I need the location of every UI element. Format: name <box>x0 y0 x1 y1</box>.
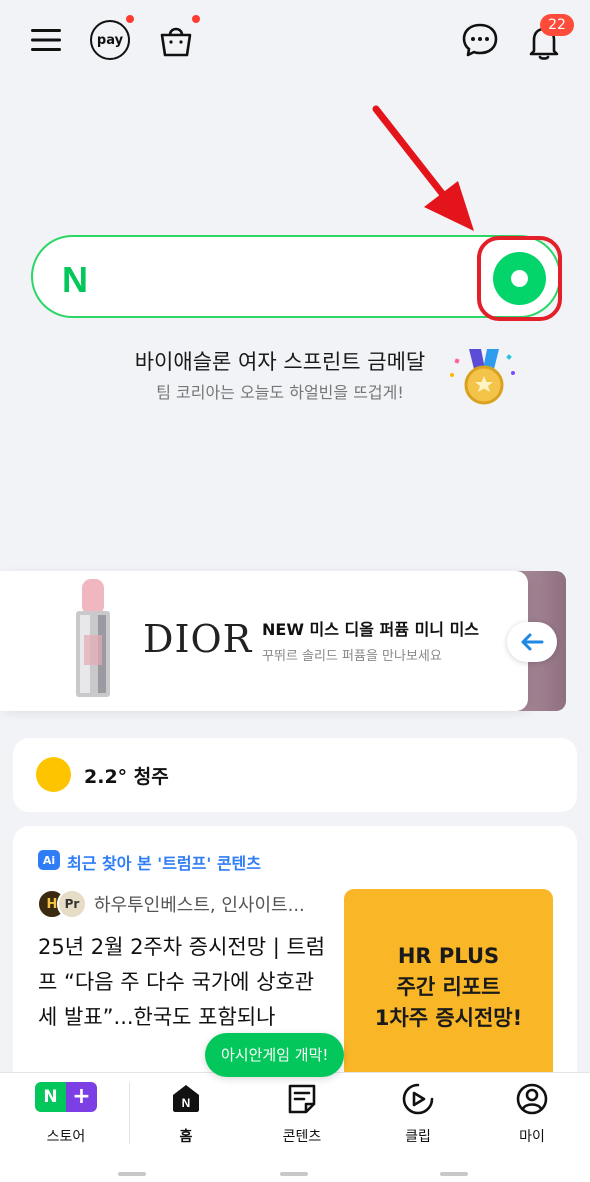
ad-brand-logo: DIOR <box>143 617 253 661</box>
nav-clip-label: 클립 <box>405 1129 431 1145</box>
green-dot-icon <box>493 252 546 305</box>
source-avatar: Pr <box>57 889 87 919</box>
pay-button[interactable]: pay <box>90 20 130 60</box>
red-arrow-annotation <box>372 105 474 231</box>
ad-title: NEW 미스 디올 퍼퓸 미니 미스 <box>262 620 480 639</box>
system-gesture-hint <box>280 1172 308 1176</box>
sun-icon <box>36 757 71 792</box>
lipstick-product-image <box>76 579 110 697</box>
contents-icon <box>288 1084 316 1114</box>
clip-play-icon <box>402 1083 434 1115</box>
recent-contents-label: 최근 찾아 본 '트럼프' 콘텐츠 <box>67 854 261 873</box>
nav-my-label: 마이 <box>519 1129 545 1145</box>
content-headline[interactable]: 25년 2월 2주차 증시전망 | 트럼프 “다음 주 다수 국가에 상호관세 … <box>38 930 328 1035</box>
content-thumbnail[interactable]: HR PLUS 주간 리포트 1차주 증시전망! <box>344 889 553 1086</box>
nav-home[interactable]: N <box>141 1082 231 1118</box>
content-source[interactable]: 하우투인베스트, 인사이트... <box>94 891 305 917</box>
svg-text:N: N <box>182 1096 191 1110</box>
ai-badge: Ai <box>38 850 60 870</box>
nav-store[interactable]: N + <box>21 1082 111 1112</box>
nav-contents[interactable] <box>257 1082 347 1120</box>
search-button[interactable] <box>477 236 562 321</box>
nav-clip[interactable] <box>373 1082 463 1120</box>
store-icon: N + <box>35 1082 97 1112</box>
nav-home-label: 홈 <box>179 1129 193 1145</box>
thumbnail-text: 주간 리포트 <box>396 975 501 999</box>
weather-summary: 2.2° 청주 <box>84 766 169 788</box>
shopping-bag-icon[interactable] <box>156 20 196 60</box>
notification-count-badge: 22 <box>540 14 574 36</box>
home-icon: N <box>173 1085 199 1112</box>
profile-icon <box>516 1083 548 1115</box>
gold-medal-icon <box>450 349 515 405</box>
nav-contents-label: 콘텐츠 <box>282 1129 322 1145</box>
system-gesture-hint <box>440 1172 468 1176</box>
chat-icon[interactable] <box>460 20 500 60</box>
nav-store-label: 스토어 <box>46 1129 86 1145</box>
system-gesture-hint <box>118 1172 146 1176</box>
arrow-left-icon <box>521 633 544 651</box>
ad-prev-button[interactable] <box>507 622 557 662</box>
cart-new-dot <box>192 15 200 23</box>
thumbnail-text: HR PLUS <box>397 944 500 968</box>
naver-logo: N <box>62 259 88 300</box>
asian-games-pill[interactable]: 아시안게임 개막! <box>205 1033 345 1077</box>
pay-label: pay <box>96 32 124 48</box>
nav-my[interactable] <box>487 1082 577 1120</box>
nav-divider <box>129 1082 130 1144</box>
ad-subtitle: 꾸뛰르 솔리드 퍼퓸을 만나보세요 <box>262 649 442 664</box>
menu-icon[interactable] <box>28 22 64 58</box>
thumbnail-text: 1차주 증시전망! <box>374 1006 523 1030</box>
pay-new-dot <box>126 15 134 23</box>
